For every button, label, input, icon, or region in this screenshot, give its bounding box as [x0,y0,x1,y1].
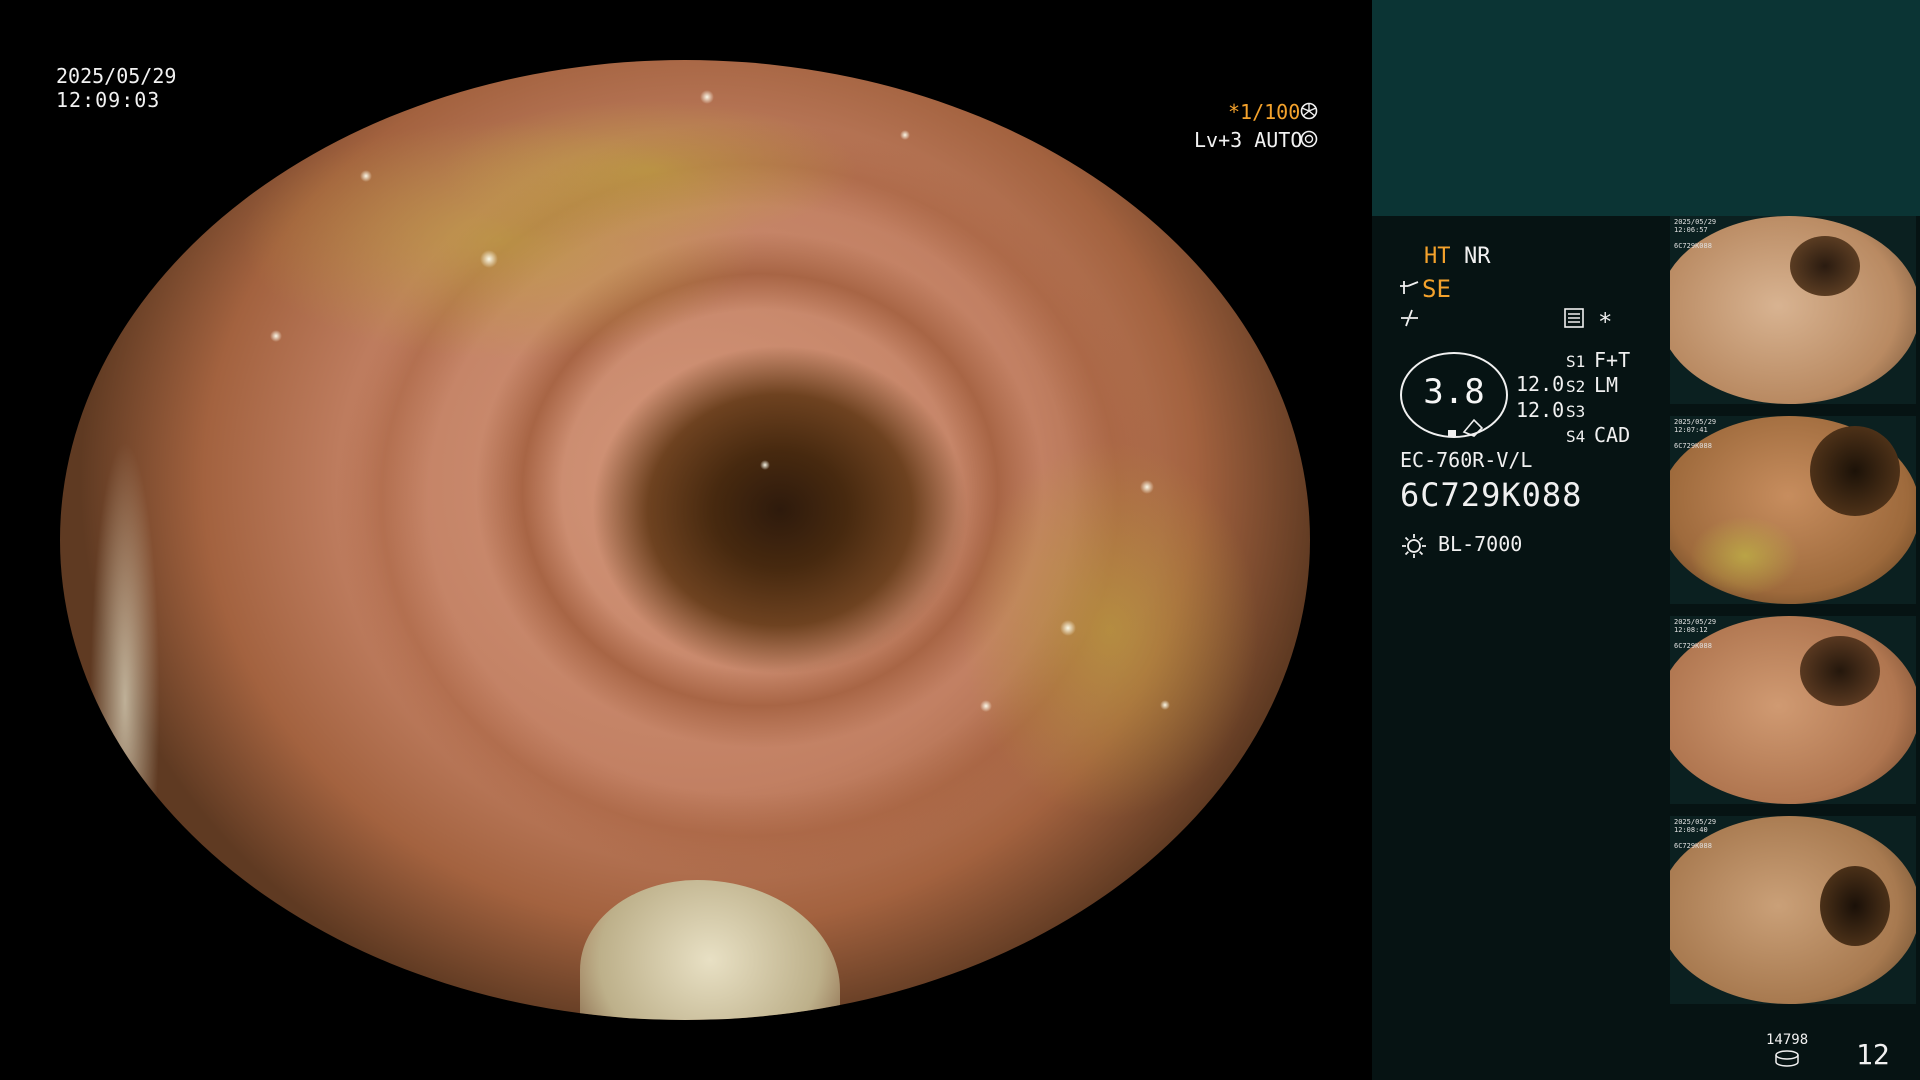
scope-tip-icon [1448,418,1484,437]
switch-value-s4: CAD [1594,423,1631,447]
captured-thumbnail[interactable]: 2025/05/29 12:06:57 6C729K088 [1670,216,1916,404]
storage-count: 14798 [1766,1032,1809,1048]
captured-thumbnail[interactable]: 2025/05/29 12:08:40 6C729K088 [1670,816,1916,1004]
thumbnail-caption: 2025/05/29 12:08:40 6C729K088 [1674,818,1717,850]
panel-header [1372,0,1920,216]
switch-key-s4: S4 [1566,427,1586,446]
endoscope-live-view [60,60,1310,1020]
zoom-value: 3.8 [1423,372,1485,412]
captured-thumbnail[interactable]: 2025/05/29 12:08:12 6C729K088 [1670,616,1916,804]
asterisk-indicator: * [1598,308,1613,336]
image-count: 12 [1856,1038,1890,1071]
switch-value-s2: LM [1594,373,1619,397]
switch-value-s1: F+T [1594,348,1631,372]
capture-date: 2025/05/29 [56,64,177,88]
scope-model: EC-760R-V/L [1400,448,1533,472]
menu-icon [1564,308,1584,328]
thumbnail-caption: 2025/05/29 12:07:41 6C729K088 [1674,418,1717,450]
nr-indicator: NR [1464,244,1491,269]
scope-serial: 6C729K088 [1400,476,1583,514]
zoom-level-1: 12.0 [1516,372,1565,396]
thumbnail-caption: 2025/05/29 12:08:12 6C729K088 [1674,618,1717,650]
captured-thumbnail[interactable]: 2025/05/29 12:07:41 6C729K088 [1670,416,1916,604]
light-source: BL-7000 [1438,532,1523,556]
switch-key-s3: S3 [1566,402,1586,421]
thumbnail-caption: 2025/05/29 12:06:57 6C729K088 [1674,218,1717,250]
ht-indicator: HT [1424,244,1451,269]
iris-icon [1300,130,1318,148]
aperture-icon [1300,102,1318,120]
zoom-level-2: 12.0 [1516,398,1565,422]
shutter-speed: *1/100 [1228,100,1301,124]
waveform-icon [1401,309,1418,327]
switch-key-s2: S2 [1566,377,1586,396]
sun-icon [1402,534,1426,558]
disk-icon [1775,1050,1799,1067]
se-indicator: SE [1422,275,1451,303]
pump-icon [1400,281,1419,294]
switch-key-s1: S1 [1566,352,1586,371]
brightness-level: Lv+3 AUTO [1194,128,1303,152]
capture-time: 12:09:03 [56,88,161,112]
